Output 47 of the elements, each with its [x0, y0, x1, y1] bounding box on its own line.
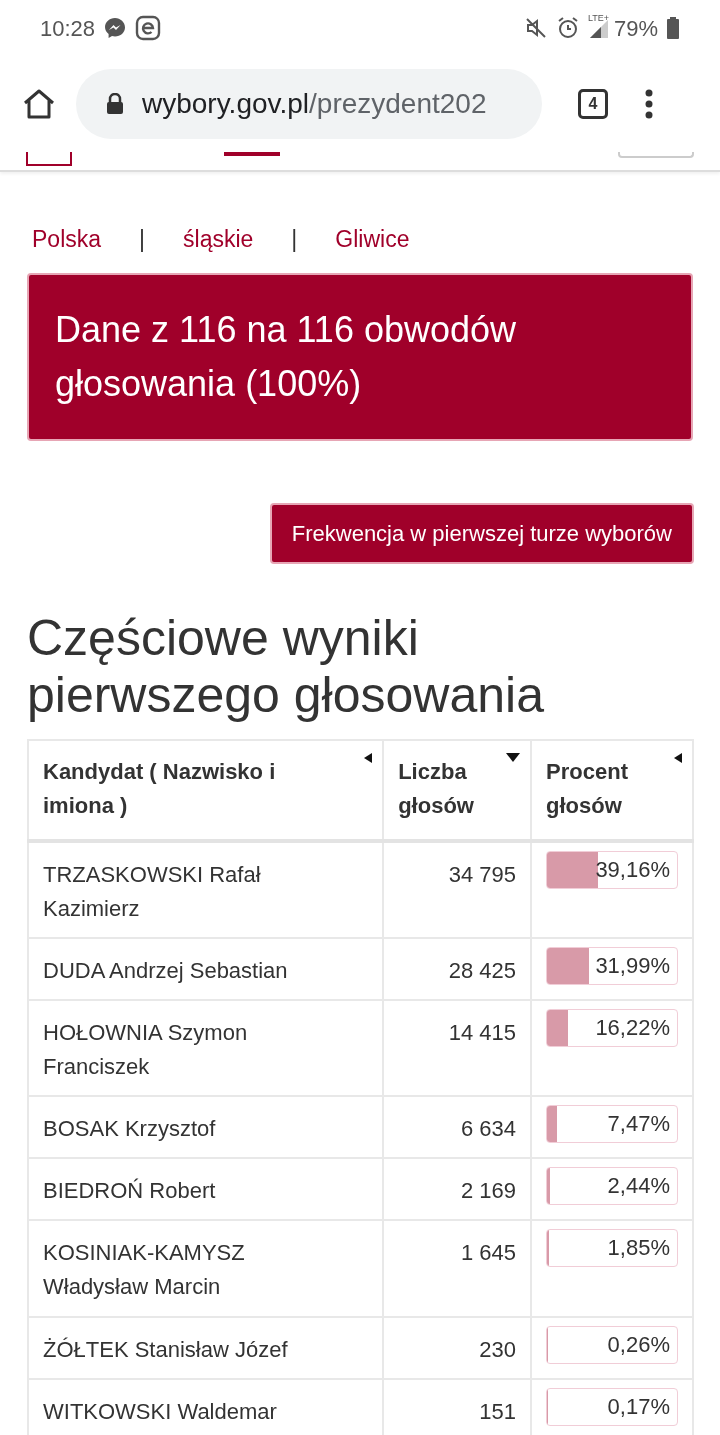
network-type: LTE+ [587, 12, 610, 25]
battery-percent: 79% [613, 14, 658, 43]
candidate-name: ŻÓŁTEK Stanisław Józef [28, 1316, 384, 1379]
candidate-name: HOŁOWNIA Szymon Franciszek [28, 999, 384, 1097]
breadcrumb-link[interactable]: Gliwice [335, 222, 410, 257]
section-heading: Częściowe wyniki pierwszego głosowania [27, 609, 545, 725]
column-header[interactable]: Liczba głosów [383, 739, 532, 841]
address-bar[interactable]: wybory.gov.pl/prezydent202 [76, 69, 542, 139]
vote-count: 1 645 [383, 1220, 532, 1317]
column-header[interactable]: Procent głosów [531, 739, 693, 841]
vote-percent: 39,16% [594, 855, 671, 884]
status-time: 10:28 [40, 14, 96, 43]
vote-percent: 2,44% [606, 1172, 671, 1201]
home-icon[interactable] [22, 88, 56, 120]
vote-percent: 7,47% [606, 1110, 671, 1139]
candidate-name: BOSAK Krzysztof [28, 1096, 384, 1159]
vote-percent: 0,17% [606, 1392, 671, 1421]
vote-count: 28 425 [383, 937, 532, 1000]
vote-percent: 0,26% [606, 1330, 671, 1359]
vote-percent: 16,22% [594, 1013, 671, 1042]
vote-count: 34 795 [383, 840, 532, 938]
candidate-name: KOSINIAK-KAMYSZ Władysław Marcin [28, 1220, 384, 1317]
vote-count: 6 634 [383, 1096, 532, 1159]
vote-count: 14 415 [383, 999, 532, 1097]
tab-count[interactable]: 4 [578, 89, 608, 119]
lock-icon [106, 93, 124, 115]
turnout-button[interactable]: Frekwencja w pierwszej turze wyborów [269, 502, 694, 564]
vote-percent: 31,99% [594, 951, 671, 980]
battery-icon [666, 16, 680, 40]
column-header[interactable]: Kandydat ( Nazwisko i imiona ) [28, 739, 384, 841]
url-text: wybory.gov.pl/prezydent202 [142, 87, 487, 121]
vote-count: 2 169 [383, 1158, 532, 1221]
vote-percent: 1,85% [606, 1234, 671, 1263]
menu-icon[interactable] [644, 89, 654, 119]
breadcrumb-link[interactable]: Polska [32, 222, 102, 257]
candidate-name: WITKOWSKI Waldemar [28, 1378, 384, 1435]
breadcrumb-separator: | [139, 225, 146, 254]
breadcrumb-separator: | [291, 225, 298, 254]
candidate-name: BIEDROŃ Robert [28, 1158, 384, 1221]
mute-icon [523, 16, 548, 40]
candidate-name: DUDA Andrzej Sebastian [28, 937, 384, 1000]
messenger-icon [103, 16, 128, 40]
candidate-name: TRZASKOWSKI Rafał Kazimierz [28, 840, 384, 938]
breadcrumb-link[interactable]: śląskie [183, 222, 254, 257]
e-icon [135, 15, 162, 41]
vote-count: 230 [383, 1316, 532, 1379]
summary-banner: Dane z 116 na 116 obwodów głosowania (100%) [27, 272, 693, 441]
